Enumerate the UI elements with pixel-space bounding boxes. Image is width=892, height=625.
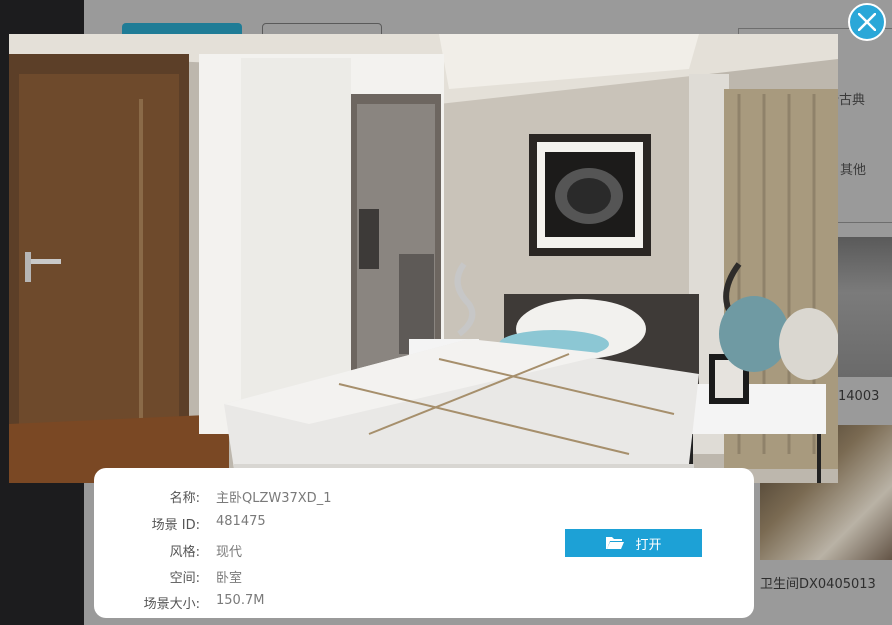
info-value: 现代 — [216, 545, 243, 560]
info-row-style: 风格: 现代 — [94, 541, 494, 561]
info-row-space: 空间: 卧室 — [94, 567, 494, 587]
info-row-name: 名称: 主卧QLZW37XD_1 — [94, 487, 494, 507]
info-label: 空间: — [169, 571, 200, 586]
info-label: 场景 ID: — [151, 518, 200, 533]
info-value: 481475 — [216, 514, 266, 529]
info-label: 名称: — [169, 491, 200, 506]
folder-open-icon — [606, 537, 625, 549]
background-thumbnail-caption: 14003 — [838, 389, 880, 404]
close-button[interactable] — [848, 3, 886, 41]
background-thumbnail — [838, 237, 892, 377]
info-row-size: 场景大小: 150.7M — [94, 593, 494, 613]
info-value: 卧室 — [216, 571, 243, 586]
info-label: 场景大小: — [143, 597, 200, 612]
background-thumbnail-caption: 卫生间DX0405013 — [760, 577, 876, 592]
info-value: 150.7M — [216, 593, 265, 608]
info-label: 风格: — [169, 545, 200, 560]
open-button[interactable]: 打开 — [565, 529, 702, 557]
scene-info-card: 名称: 主卧QLZW37XD_1 场景 ID: 481475 风格: 现代 空间… — [94, 468, 754, 618]
scene-preview-image — [9, 34, 838, 483]
open-button-label: 打开 — [635, 537, 662, 553]
background-filter-other-label: 其他 — [840, 163, 867, 178]
info-value: 主卧QLZW37XD_1 — [216, 491, 332, 506]
info-row-scene-id: 场景 ID: 481475 — [94, 514, 494, 534]
close-icon — [858, 13, 876, 31]
